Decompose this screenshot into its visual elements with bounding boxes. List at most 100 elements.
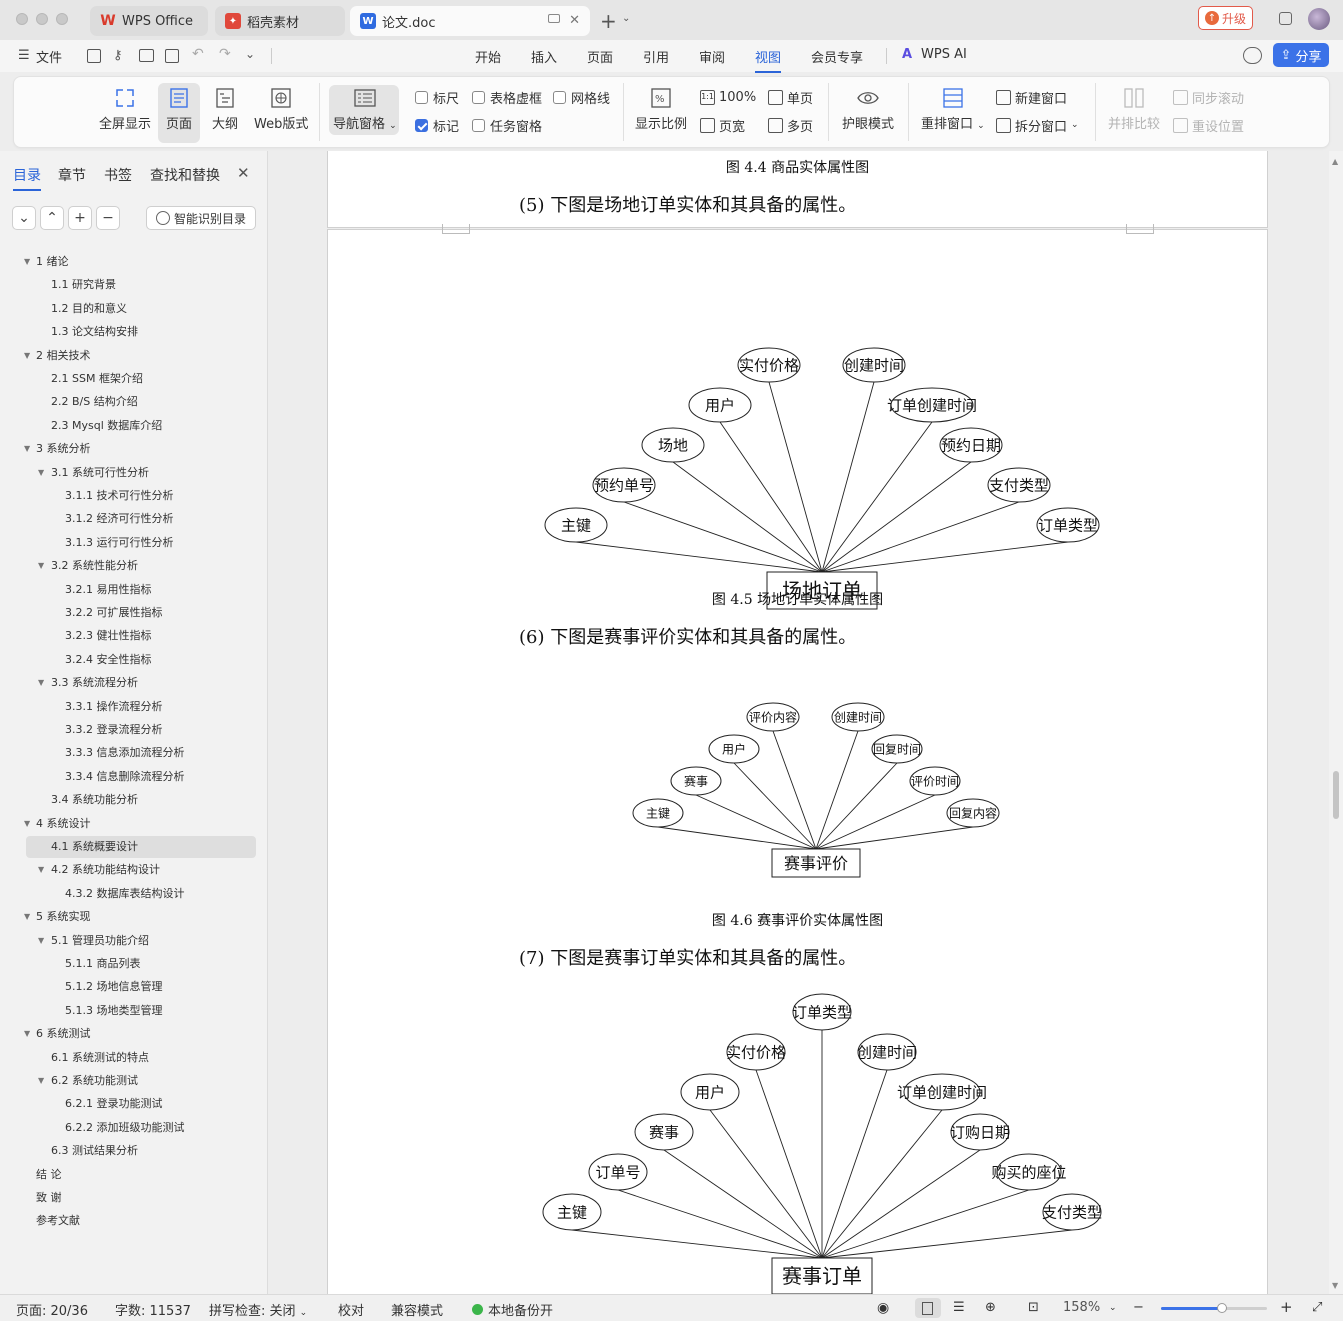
minimize-window-button[interactable] — [36, 13, 48, 25]
save-icon[interactable] — [87, 49, 101, 63]
toc-item[interactable]: 3.3 系统流程分析 — [51, 672, 138, 694]
scroll-up-icon[interactable]: ▲ — [1332, 157, 1338, 166]
web-view-button[interactable]: Web版式 — [254, 87, 308, 132]
toc-item[interactable]: 致 谢 — [36, 1187, 62, 1209]
tab-list-chevron-icon[interactable]: ⌄ — [622, 13, 630, 24]
collapse-chevron-icon[interactable]: ⌄ — [12, 206, 36, 230]
expand-caret-icon[interactable]: ▼ — [24, 1029, 30, 1038]
toc-item[interactable]: 6.2.1 登录功能测试 — [65, 1093, 163, 1115]
fit-page-icon[interactable]: ⊡ — [1028, 1300, 1039, 1315]
toc-item[interactable]: 6.1 系统测试的特点 — [51, 1047, 149, 1069]
toc-item[interactable]: 3.2.4 安全性指标 — [65, 649, 152, 671]
zoom-level[interactable]: 158% — [1063, 1300, 1100, 1315]
expand-caret-icon[interactable]: ▼ — [24, 351, 30, 360]
toc-item[interactable]: 3.4 系统功能分析 — [51, 789, 138, 811]
zoom-ratio-button[interactable]: % 显示比例 — [635, 87, 687, 132]
zoom-window-button[interactable] — [56, 13, 68, 25]
expand-caret-icon[interactable]: ▼ — [38, 678, 44, 687]
expand-caret-icon[interactable]: ▼ — [24, 819, 30, 828]
expand-caret-icon[interactable]: ▼ — [38, 468, 44, 477]
toc-item[interactable]: 3.3.3 信息添加流程分析 — [65, 742, 185, 764]
menu-page[interactable]: 页面 — [587, 47, 613, 66]
page-view-status-icon[interactable] — [922, 1302, 933, 1315]
toc-item[interactable]: 5.1.1 商品列表 — [65, 953, 141, 975]
sync-scroll-button[interactable]: 同步滚动 — [1173, 87, 1244, 107]
tab-document[interactable]: W 论文.doc ✕ — [350, 6, 590, 36]
toc-item[interactable]: 3.2 系统性能分析 — [51, 555, 138, 577]
spell-check-toggle[interactable]: 拼写检查: 关闭 ⌄ — [209, 1300, 307, 1319]
rearrange-windows-button[interactable]: 重排窗口 ⌄ — [921, 87, 985, 132]
close-tab-icon[interactable]: ✕ — [569, 13, 580, 28]
print-icon[interactable] — [139, 49, 154, 62]
toc-item[interactable]: 结 论 — [36, 1164, 62, 1186]
toc-item[interactable]: 4.1 系统概要设计 — [26, 836, 256, 858]
eye-mode-button[interactable]: 护眼模式 — [842, 87, 894, 132]
toc-item[interactable]: 5.1.3 场地类型管理 — [65, 1000, 163, 1022]
scroll-down-icon[interactable]: ▼ — [1332, 1281, 1338, 1290]
toc-item[interactable]: 2 相关技术 — [36, 345, 91, 367]
expand-caret-icon[interactable]: ▼ — [24, 444, 30, 453]
eye-mode-icon[interactable]: ◉ — [877, 1300, 889, 1316]
toc-item[interactable]: 4.2 系统功能结构设计 — [51, 859, 160, 881]
menu-references[interactable]: 引用 — [643, 47, 669, 66]
monitor-icon[interactable] — [548, 14, 560, 23]
proofread-button[interactable]: 校对 — [338, 1300, 364, 1319]
new-tab-button[interactable]: + — [600, 9, 617, 33]
split-window-button[interactable]: 拆分窗口 ⌄ — [996, 115, 1079, 135]
toc-item[interactable]: 3.2.1 易用性指标 — [65, 579, 152, 601]
zoom-chevron-icon[interactable]: ⌄ — [1109, 1303, 1117, 1313]
toc-item[interactable]: 2.1 SSM 框架介绍 — [51, 368, 143, 390]
toc-item[interactable]: 3.1.3 运行可行性分析 — [65, 532, 174, 554]
marks-checkbox[interactable]: 标记 — [415, 115, 459, 135]
zoom-100-button[interactable]: 1:1 100% — [700, 87, 756, 107]
remove-heading-icon[interactable]: − — [96, 206, 120, 230]
tab-wps-office[interactable]: W WPS Office — [90, 6, 208, 36]
toc-item[interactable]: 6 系统测试 — [36, 1023, 91, 1045]
vertical-scrollbar[interactable]: ▲ ▼ — [1329, 151, 1343, 1294]
toc-item[interactable]: 4.3.2 数据库表结构设计 — [65, 883, 185, 905]
more-chevron-icon[interactable]: ⌄ — [245, 47, 255, 61]
tab-find-replace[interactable]: 查找和替换 — [150, 165, 220, 185]
side-by-side-button[interactable]: 并排比较 — [1108, 87, 1160, 132]
upgrade-button[interactable]: ↑ 升级 — [1198, 6, 1253, 30]
zoom-slider-track[interactable] — [1161, 1303, 1267, 1313]
share-button[interactable]: ⇪ 分享 — [1273, 43, 1329, 67]
toc-item[interactable]: 4 系统设计 — [36, 813, 91, 835]
page-indicator[interactable]: 页面: 20/36 — [16, 1300, 88, 1319]
page-width-button[interactable]: 页宽 — [700, 115, 745, 135]
scroll-thumb[interactable] — [1333, 771, 1339, 819]
toc-item[interactable]: 3.1 系统可行性分析 — [51, 462, 149, 484]
print-preview-icon[interactable] — [165, 49, 179, 63]
expand-caret-icon[interactable]: ▼ — [38, 936, 44, 945]
zoom-out-button[interactable]: − — [1133, 1300, 1144, 1315]
toc-item[interactable]: 1.2 目的和意义 — [51, 298, 127, 320]
toc-item[interactable]: 参考文献 — [36, 1210, 80, 1232]
menu-insert[interactable]: 插入 — [531, 47, 557, 66]
toc-item[interactable]: 3.3.2 登录流程分析 — [65, 719, 163, 741]
expand-caret-icon[interactable]: ▼ — [24, 257, 30, 266]
toc-item[interactable]: 5 系统实现 — [36, 906, 91, 928]
fullscreen-button[interactable]: 全屏显示 — [99, 87, 151, 132]
task-pane-checkbox[interactable]: 任务窗格 — [472, 115, 542, 135]
nav-pane-button[interactable]: 导航窗格 ⌄ — [333, 87, 397, 132]
add-heading-icon[interactable]: + — [68, 206, 92, 230]
toc-item[interactable]: 1 绪论 — [36, 251, 69, 273]
toc-item[interactable]: 3.1.2 经济可行性分析 — [65, 508, 174, 530]
multi-page-button[interactable]: 多页 — [768, 115, 813, 135]
tab-bookmarks[interactable]: 书签 — [104, 165, 132, 185]
new-window-button[interactable]: 新建窗口 — [996, 87, 1067, 107]
key-icon[interactable]: ⚷ — [113, 48, 123, 63]
tab-toc[interactable]: 目录 — [13, 165, 41, 191]
toc-item[interactable]: 3.3.1 操作流程分析 — [65, 696, 163, 718]
close-window-button[interactable] — [16, 13, 28, 25]
tab-chapters[interactable]: 章节 — [58, 165, 86, 185]
expand-caret-icon[interactable]: ▼ — [38, 1076, 44, 1085]
toc-item[interactable]: 1.3 论文结构安排 — [51, 321, 138, 343]
smart-toc-button[interactable]: 智能识别目录 — [146, 206, 256, 230]
toc-item[interactable]: 5.1 管理员功能介绍 — [51, 930, 149, 952]
redo-icon[interactable]: ↷ — [219, 46, 231, 62]
expand-caret-icon[interactable]: ▼ — [24, 912, 30, 921]
toc-item[interactable]: 3.1.1 技术可行性分析 — [65, 485, 174, 507]
local-backup-status[interactable]: 本地备份开 — [472, 1300, 553, 1319]
single-page-button[interactable]: 单页 — [768, 87, 813, 107]
